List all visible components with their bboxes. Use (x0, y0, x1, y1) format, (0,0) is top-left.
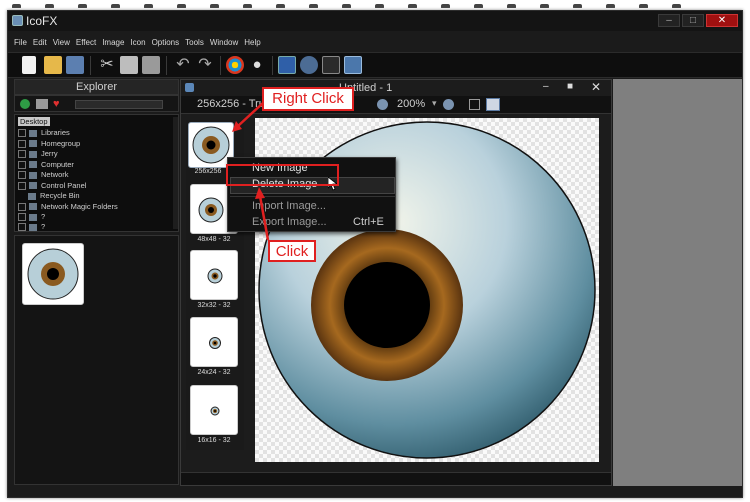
annotation-arrows (232, 102, 270, 241)
